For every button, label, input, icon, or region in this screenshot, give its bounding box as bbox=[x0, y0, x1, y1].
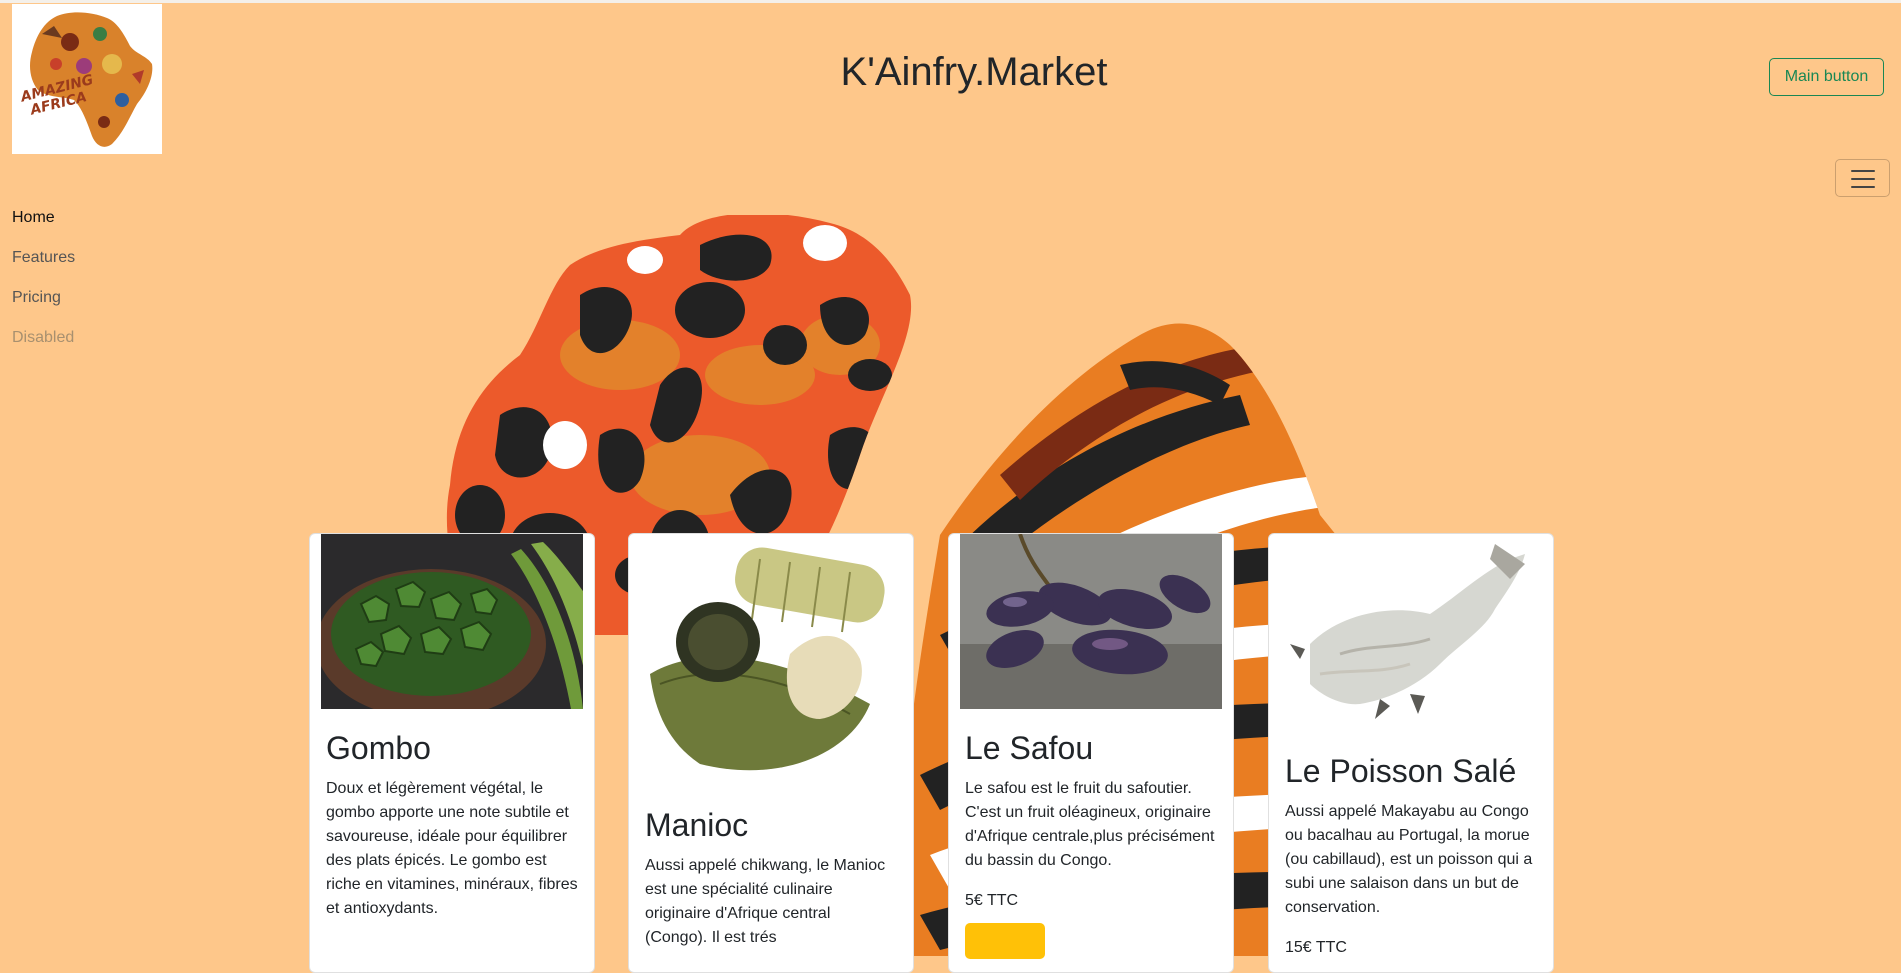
product-title: Manioc bbox=[645, 807, 749, 843]
product-card-poisson-sale: Le Poisson Salé Aussi appelé Makayabu au… bbox=[1268, 533, 1554, 973]
product-description: Le safou est le fruit du safoutier. C'es… bbox=[965, 780, 1215, 869]
buy-button[interactable] bbox=[965, 923, 1045, 959]
product-price: 5€ TTC bbox=[965, 892, 1019, 909]
top-edge bbox=[0, 0, 1901, 3]
product-price: 15€ TTC bbox=[1285, 939, 1347, 956]
nav-item-features[interactable]: Features bbox=[12, 246, 75, 270]
product-title: Gombo bbox=[326, 730, 431, 766]
sidebar-nav: Home Features Pricing Disabled bbox=[12, 206, 75, 366]
nav-item-pricing[interactable]: Pricing bbox=[12, 286, 75, 310]
product-description: Aussi appelé chikwang, le Manioc est une… bbox=[645, 857, 886, 946]
site-title: K'Ainfry.Market bbox=[840, 50, 1108, 94]
hamburger-icon bbox=[1851, 170, 1875, 188]
poisson-sale-image bbox=[1280, 534, 1542, 734]
navbar-toggler-button[interactable] bbox=[1835, 159, 1890, 197]
product-description: Doux et légèrement végétal, le gombo app… bbox=[326, 780, 578, 917]
product-title: Le Safou bbox=[965, 730, 1094, 766]
gombo-image bbox=[321, 534, 583, 709]
product-card-manioc: Manioc Aussi appelé chikwang, le Manioc … bbox=[628, 533, 914, 973]
safou-image bbox=[960, 534, 1222, 709]
product-card-safou: Le Safou Le safou est le fruit du safout… bbox=[948, 533, 1234, 973]
nav-item-disabled: Disabled bbox=[12, 329, 75, 346]
nav-item-home[interactable]: Home bbox=[12, 206, 75, 230]
product-title: Le Poisson Salé bbox=[1285, 753, 1517, 789]
product-card-gombo: Gombo Doux et légèrement végétal, le gom… bbox=[309, 533, 595, 973]
main-button[interactable]: Main button bbox=[1769, 58, 1884, 96]
product-description: Aussi appelé Makayabu au Congo ou bacalh… bbox=[1285, 803, 1533, 916]
manioc-image bbox=[640, 534, 902, 796]
